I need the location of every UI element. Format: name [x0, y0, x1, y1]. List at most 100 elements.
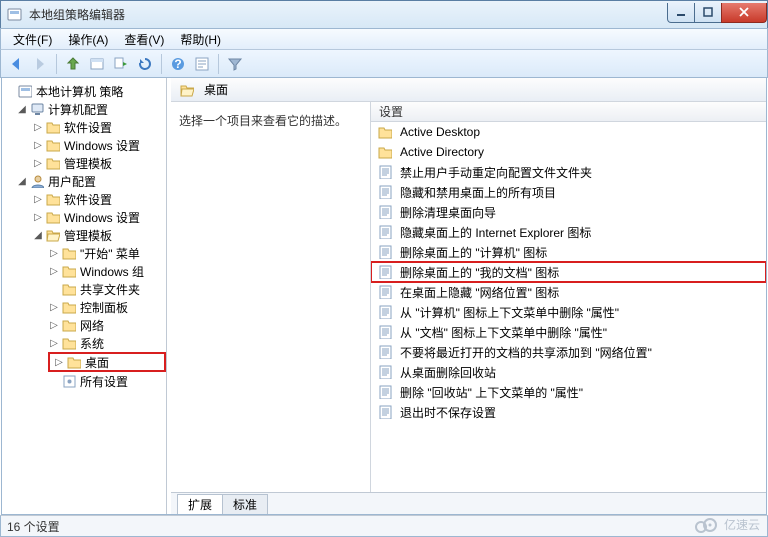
tab-extended[interactable]: 扩展: [177, 494, 223, 514]
right-tabs: 扩展 标准: [171, 492, 766, 514]
list-item[interactable]: 删除桌面上的 "计算机" 图标: [371, 242, 766, 262]
tree-item[interactable]: Windows 组: [80, 263, 144, 280]
menu-help[interactable]: 帮助(H): [172, 29, 229, 50]
folder-icon: [377, 124, 393, 140]
expand-icon[interactable]: ▷: [53, 356, 65, 368]
menu-view[interactable]: 查看(V): [116, 29, 172, 50]
policy-icon: [377, 324, 393, 340]
separator-icon: [161, 54, 162, 74]
export-button[interactable]: [110, 53, 132, 75]
list-item[interactable]: 隐藏桌面上的 Internet Explorer 图标: [371, 222, 766, 242]
policy-icon: [377, 264, 393, 280]
tree-user-config[interactable]: 用户配置: [48, 173, 96, 190]
folder-icon: [61, 299, 77, 315]
list-item-label: Active Directory: [400, 145, 484, 159]
expand-icon[interactable]: ▷: [48, 247, 60, 259]
list-item-label: 删除 "回收站" 上下文菜单的 "属性": [400, 384, 583, 401]
collapse-icon[interactable]: ◢: [16, 175, 28, 187]
tree-item[interactable]: 系统: [80, 335, 104, 352]
list-item[interactable]: 隐藏和禁用桌面上的所有项目: [371, 182, 766, 202]
computer-icon: [29, 101, 45, 117]
tree-item[interactable]: "开始" 菜单: [80, 245, 140, 262]
filter-button[interactable]: [224, 53, 246, 75]
settings-icon: [61, 373, 77, 389]
tree-item[interactable]: 管理模板: [64, 227, 112, 244]
settings-list[interactable]: 设置 Active Desktop Active Directory 禁止用户手动重…: [371, 102, 766, 492]
maximize-button[interactable]: [694, 3, 722, 23]
blank-icon: [48, 375, 60, 387]
main-area: 本地计算机 策略 ◢计算机配置 ▷软件设置 ▷Windows 设置 ▷管理模板 …: [1, 78, 767, 515]
minimize-button[interactable]: [667, 3, 695, 23]
expand-icon[interactable]: ▷: [48, 319, 60, 331]
folder-icon: [45, 119, 61, 135]
tree-desktop[interactable]: 桌面: [85, 354, 109, 371]
list-item[interactable]: 删除桌面上的 "我的文档" 图标: [371, 262, 766, 282]
tree-item[interactable]: 所有设置: [80, 373, 128, 390]
list-item-label: 禁止用户手动重定向配置文件文件夹: [400, 164, 592, 181]
list-item[interactable]: 删除清理桌面向导: [371, 202, 766, 222]
policy-icon: [377, 204, 393, 220]
expand-icon[interactable]: ▷: [32, 193, 44, 205]
expand-icon[interactable]: ▷: [48, 337, 60, 349]
list-item[interactable]: 不要将最近打开的文档的共享添加到 "网络位置": [371, 342, 766, 362]
expand-icon[interactable]: ▷: [32, 121, 44, 133]
folder-icon: [61, 263, 77, 279]
policy-icon: [377, 344, 393, 360]
tree-item[interactable]: 软件设置: [64, 119, 112, 136]
tree-item[interactable]: 网络: [80, 317, 104, 334]
list-item[interactable]: Active Directory: [371, 142, 766, 162]
tree-item[interactable]: Windows 设置: [64, 137, 140, 154]
folder-icon: [45, 209, 61, 225]
list-item-label: 退出时不保存设置: [400, 404, 496, 421]
list-item[interactable]: 退出时不保存设置: [371, 402, 766, 422]
tree-item[interactable]: 共享文件夹: [80, 281, 140, 298]
status-text: 16 个设置: [7, 518, 60, 535]
description-pane: 选择一个项目来查看它的描述。: [171, 102, 371, 492]
tree-root[interactable]: 本地计算机 策略: [36, 83, 123, 100]
expand-icon[interactable]: ▷: [32, 211, 44, 223]
forward-button[interactable]: [29, 53, 51, 75]
tree-item[interactable]: Windows 设置: [64, 209, 140, 226]
properties-button[interactable]: [191, 53, 213, 75]
list-item[interactable]: 在桌面上隐藏 "网络位置" 图标: [371, 282, 766, 302]
folder-open-icon: [45, 227, 61, 243]
collapse-icon[interactable]: ◢: [16, 103, 28, 115]
list-item[interactable]: 从 "计算机" 图标上下文菜单中删除 "属性": [371, 302, 766, 322]
expand-icon[interactable]: ▷: [32, 139, 44, 151]
back-button[interactable]: [5, 53, 27, 75]
tree-item[interactable]: 软件设置: [64, 191, 112, 208]
tree-item[interactable]: 管理模板: [64, 155, 112, 172]
list-item[interactable]: Active Desktop: [371, 122, 766, 142]
up-button[interactable]: [62, 53, 84, 75]
tree-pane[interactable]: 本地计算机 策略 ◢计算机配置 ▷软件设置 ▷Windows 设置 ▷管理模板 …: [2, 78, 167, 514]
folder-icon: [45, 191, 61, 207]
policy-icon: [377, 244, 393, 260]
expand-icon[interactable]: ▷: [48, 301, 60, 313]
help-button[interactable]: [167, 53, 189, 75]
menu-file[interactable]: 文件(F): [5, 29, 60, 50]
show-hide-tree-button[interactable]: [86, 53, 108, 75]
tab-standard[interactable]: 标准: [222, 494, 268, 514]
list-item[interactable]: 删除 "回收站" 上下文菜单的 "属性": [371, 382, 766, 402]
list-item-label: 从 "文档" 图标上下文菜单中删除 "属性": [400, 324, 607, 341]
collapse-icon[interactable]: ◢: [32, 229, 44, 241]
column-header-setting[interactable]: 设置: [371, 102, 766, 122]
list-item-label: 在桌面上隐藏 "网络位置" 图标: [400, 284, 559, 301]
list-item[interactable]: 从 "文档" 图标上下文菜单中删除 "属性": [371, 322, 766, 342]
description-text: 选择一个项目来查看它的描述。: [179, 112, 362, 129]
expand-icon[interactable]: ▷: [48, 265, 60, 277]
list-item-label: 隐藏桌面上的 Internet Explorer 图标: [400, 224, 591, 241]
blank-icon: [48, 283, 60, 295]
separator-icon: [218, 54, 219, 74]
close-button[interactable]: [721, 3, 767, 23]
list-item[interactable]: 禁止用户手动重定向配置文件文件夹: [371, 162, 766, 182]
expand-icon[interactable]: ▷: [32, 157, 44, 169]
list-item-label: 删除清理桌面向导: [400, 204, 496, 221]
tree-item[interactable]: 控制面板: [80, 299, 128, 316]
tree-computer-config[interactable]: 计算机配置: [48, 101, 108, 118]
list-item[interactable]: 从桌面删除回收站: [371, 362, 766, 382]
refresh-button[interactable]: [134, 53, 156, 75]
policy-icon: [377, 284, 393, 300]
policy-icon: [377, 224, 393, 240]
menu-action[interactable]: 操作(A): [60, 29, 116, 50]
